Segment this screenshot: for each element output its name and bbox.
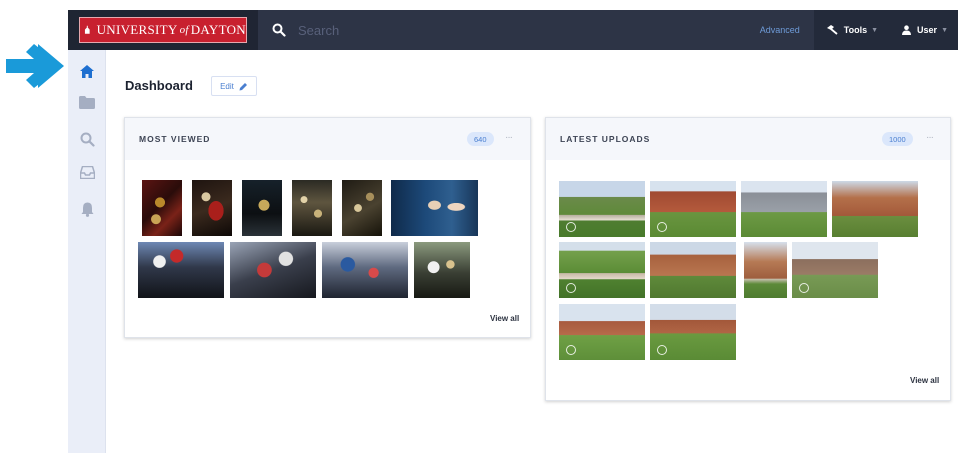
user-menu-button[interactable]: User ▼	[890, 10, 958, 50]
image-thumbnail[interactable]	[558, 303, 646, 361]
view-all-link[interactable]: View all	[910, 376, 939, 385]
panel-header: LATEST UPLOADS 1000 ···	[546, 118, 950, 160]
search-icon[interactable]	[272, 23, 286, 37]
image-thumbnail[interactable]	[831, 180, 919, 238]
image-thumbnail[interactable]	[649, 241, 737, 299]
image-thumbnail[interactable]	[141, 179, 183, 237]
logo-text-of: of	[179, 24, 189, 36]
tools-menu-label: Tools	[843, 25, 868, 35]
user-menu-label: User	[917, 25, 938, 35]
inbox-icon	[79, 165, 95, 179]
most-viewed-panel: MOST VIEWED 640 ··· View all	[124, 117, 531, 338]
sidebar-item-search[interactable]	[78, 130, 96, 148]
image-thumbnail[interactable]	[321, 241, 409, 299]
latest-uploads-panel: LATEST UPLOADS 1000 ··· View all	[545, 117, 951, 401]
folder-icon	[79, 95, 95, 109]
home-icon	[80, 64, 94, 78]
image-thumbnail[interactable]	[558, 241, 646, 299]
pencil-icon	[239, 82, 247, 90]
top-nav-bar: UNIVERSITY of DAYTON Advanced Tools ▼	[68, 10, 958, 50]
image-thumbnail[interactable]	[649, 180, 737, 238]
image-thumbnail[interactable]	[191, 179, 233, 237]
university-logo[interactable]: UNIVERSITY of DAYTON	[79, 17, 247, 43]
logo-text-suffix: DAYTON	[190, 22, 246, 37]
image-thumbnail[interactable]	[740, 180, 828, 238]
image-thumbnail[interactable]	[241, 179, 283, 237]
select-circle-icon[interactable]	[566, 345, 576, 355]
count-badge: 640	[467, 132, 494, 146]
chevron-down-icon: ▼	[941, 26, 948, 34]
more-options-icon[interactable]: ···	[505, 132, 517, 146]
logo-text-prefix: UNIVERSITY	[96, 22, 178, 37]
image-thumbnail[interactable]	[341, 179, 383, 237]
sidebar-item-folders[interactable]	[78, 93, 96, 111]
view-all-link[interactable]: View all	[490, 314, 519, 323]
sidebar-item-inbox[interactable]	[78, 163, 96, 181]
select-circle-icon[interactable]	[657, 222, 667, 232]
more-options-icon[interactable]: ···	[926, 132, 938, 146]
pointer-arrow-icon	[6, 44, 64, 88]
user-icon	[902, 25, 912, 35]
edit-button-label: Edit	[220, 81, 234, 91]
panel-title: MOST VIEWED	[139, 134, 211, 144]
bell-icon	[81, 202, 93, 217]
panel-title: LATEST UPLOADS	[560, 134, 651, 144]
chapel-seal-icon	[84, 25, 90, 34]
advanced-search-link[interactable]: Advanced	[760, 25, 800, 35]
page-title: Dashboard	[125, 78, 193, 93]
image-thumbnail[interactable]	[791, 241, 879, 299]
image-thumbnail[interactable]	[743, 241, 788, 299]
image-thumbnail[interactable]	[291, 179, 333, 237]
hammer-icon	[826, 25, 838, 35]
sidebar-item-home[interactable]	[78, 62, 96, 80]
image-thumbnail[interactable]	[413, 241, 471, 299]
image-thumbnail[interactable]	[558, 180, 646, 238]
edit-dashboard-button[interactable]: Edit	[211, 76, 257, 96]
logo-area[interactable]: UNIVERSITY of DAYTON	[68, 10, 258, 50]
search-input[interactable]	[298, 22, 718, 38]
chevron-down-icon: ▼	[871, 26, 879, 34]
left-sidebar	[68, 50, 106, 453]
image-thumbnail[interactable]	[229, 241, 317, 299]
select-circle-icon[interactable]	[566, 222, 576, 232]
search-area	[258, 10, 760, 50]
image-thumbnail[interactable]	[390, 179, 479, 237]
panel-header: MOST VIEWED 640 ···	[125, 118, 530, 160]
select-circle-icon[interactable]	[799, 283, 809, 293]
tools-menu-button[interactable]: Tools ▼	[813, 10, 891, 50]
select-circle-icon[interactable]	[657, 345, 667, 355]
image-thumbnail[interactable]	[137, 241, 225, 299]
sidebar-item-notifications[interactable]	[78, 200, 96, 218]
count-badge: 1000	[882, 132, 913, 146]
select-circle-icon[interactable]	[566, 283, 576, 293]
search-icon	[80, 132, 95, 147]
image-thumbnail[interactable]	[649, 303, 737, 361]
